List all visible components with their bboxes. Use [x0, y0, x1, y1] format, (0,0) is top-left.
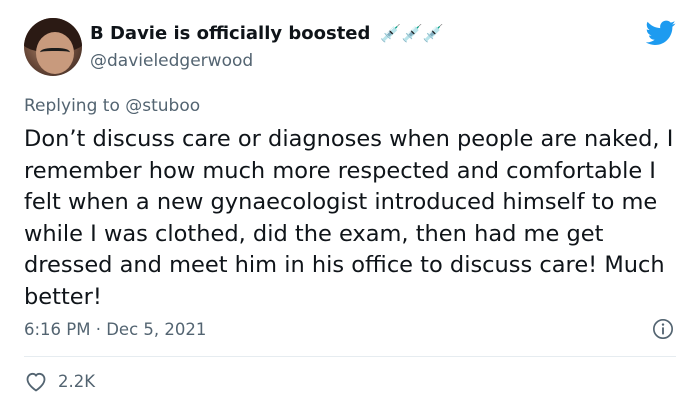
twitter-bird-icon[interactable]	[646, 20, 676, 46]
divider	[24, 356, 676, 357]
display-name-row: B Davie is officially boosted 💉💉💉	[90, 23, 444, 44]
tweet-card: B Davie is officially boosted 💉💉💉 @davie…	[0, 0, 700, 410]
tweet-text: Don’t discuss care or diagnoses when peo…	[24, 126, 674, 310]
display-name[interactable]: B Davie is officially boosted	[90, 23, 370, 44]
heart-icon[interactable]	[24, 370, 48, 392]
user-handle[interactable]: @davieledgerwood	[90, 51, 253, 71]
avatar[interactable]	[24, 18, 82, 76]
replying-to[interactable]: Replying to @stuboo	[24, 96, 200, 116]
tweet-timestamp[interactable]: 6:16 PM · Dec 5, 2021	[24, 320, 206, 339]
info-icon[interactable]	[652, 318, 674, 340]
like-action[interactable]: 2.2K	[24, 370, 95, 392]
syringe-emoji-icon: 💉💉💉	[380, 23, 444, 44]
like-count: 2.2K	[58, 371, 96, 391]
